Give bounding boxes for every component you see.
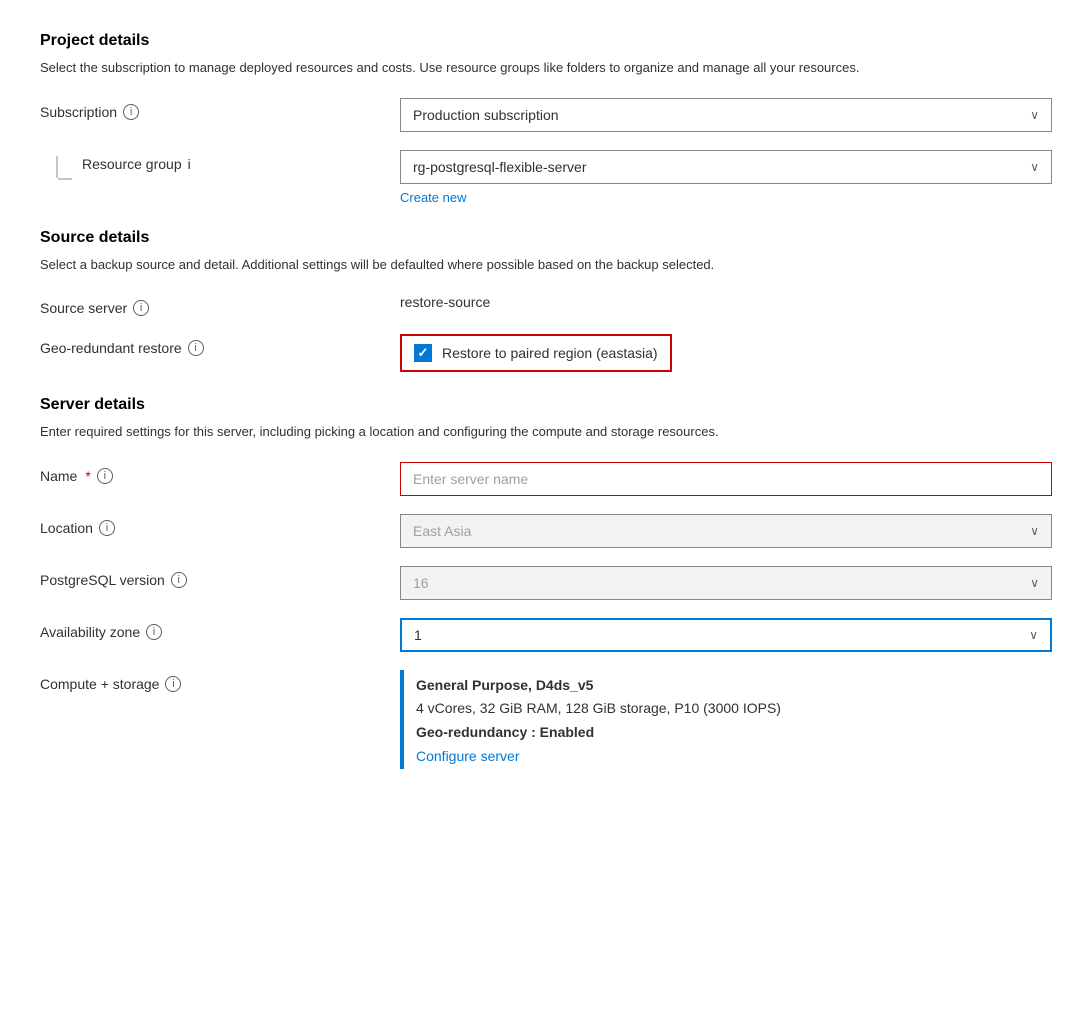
availability-zone-dropdown[interactable]: 1 ∨ xyxy=(400,618,1052,652)
source-server-control: restore-source xyxy=(400,294,1052,310)
geo-redundant-control: Restore to paired region (eastasia) xyxy=(400,334,1052,372)
server-name-label: Name xyxy=(40,468,77,484)
subscription-row: Subscription i Production subscription ∨ xyxy=(40,98,1052,132)
subscription-label-area: Subscription i xyxy=(40,98,400,120)
location-label: Location xyxy=(40,520,93,536)
postgresql-version-value: 16 xyxy=(413,575,429,591)
geo-redundant-label: Geo-redundant restore xyxy=(40,340,182,356)
resource-group-text: Resource group xyxy=(82,156,182,172)
subscription-control: Production subscription ∨ xyxy=(400,98,1052,132)
subscription-dropdown[interactable]: Production subscription ∨ xyxy=(400,98,1052,132)
compute-storage-label: Compute + storage xyxy=(40,676,159,692)
availability-zone-control: 1 ∨ xyxy=(400,618,1052,652)
postgresql-version-label-area: PostgreSQL version i xyxy=(40,566,400,588)
configure-server-link[interactable]: Configure server xyxy=(416,745,1052,769)
compute-storage-label-area: Compute + storage i xyxy=(40,670,400,692)
server-name-control xyxy=(400,462,1052,496)
availability-zone-row: Availability zone i 1 ∨ xyxy=(40,618,1052,652)
location-label-area: Location i xyxy=(40,514,400,536)
resource-group-dropdown[interactable]: rg-postgresql-flexible-server ∨ xyxy=(400,150,1052,184)
postgresql-version-row: PostgreSQL version i 16 ∨ xyxy=(40,566,1052,600)
server-name-info-icon[interactable]: i xyxy=(97,468,113,484)
subscription-chevron-icon: ∨ xyxy=(1030,108,1039,122)
geo-redundant-label-area: Geo-redundant restore i xyxy=(40,334,400,356)
postgresql-version-control: 16 ∨ xyxy=(400,566,1052,600)
location-dropdown[interactable]: East Asia ∨ xyxy=(400,514,1052,548)
location-info-icon[interactable]: i xyxy=(99,520,115,536)
availability-zone-value: 1 xyxy=(414,627,422,643)
create-new-link[interactable]: Create new xyxy=(400,190,466,205)
postgresql-version-label: PostgreSQL version xyxy=(40,572,165,588)
availability-zone-label-area: Availability zone i xyxy=(40,618,400,640)
subscription-label: Subscription xyxy=(40,104,117,120)
resource-group-label: Resource group i xyxy=(82,156,191,172)
server-name-label-area: Name * i xyxy=(40,462,400,484)
geo-redundant-checkbox-container: Restore to paired region (eastasia) xyxy=(400,334,672,372)
availability-zone-info-icon[interactable]: i xyxy=(146,624,162,640)
compute-storage-control: General Purpose, D4ds_v5 4 vCores, 32 Gi… xyxy=(400,670,1052,769)
location-value: East Asia xyxy=(413,523,471,539)
compute-storage-info-icon[interactable]: i xyxy=(165,676,181,692)
server-details-title: Server details xyxy=(40,396,1052,414)
subscription-info-icon[interactable]: i xyxy=(123,104,139,120)
resource-group-label-area: Resource group i xyxy=(40,150,400,180)
project-details-description: Select the subscription to manage deploy… xyxy=(40,58,1052,78)
compute-storage-line2: 4 vCores, 32 GiB RAM, 128 GiB storage, P… xyxy=(416,697,1052,721)
resource-group-info-icon[interactable]: i xyxy=(188,156,191,172)
postgresql-version-dropdown[interactable]: 16 ∨ xyxy=(400,566,1052,600)
geo-redundant-checkbox-label: Restore to paired region (eastasia) xyxy=(442,345,658,361)
source-server-value: restore-source xyxy=(400,288,490,310)
server-name-row: Name * i xyxy=(40,462,1052,496)
subscription-value: Production subscription xyxy=(413,107,559,123)
geo-redundant-checkbox[interactable] xyxy=(414,344,432,362)
postgresql-version-chevron-icon: ∨ xyxy=(1030,576,1039,590)
resource-group-value: rg-postgresql-flexible-server xyxy=(413,159,587,175)
resource-group-row: Resource group i rg-postgresql-flexible-… xyxy=(40,150,1052,205)
source-details-title: Source details xyxy=(40,229,1052,247)
compute-storage-line3: Geo-redundancy : Enabled xyxy=(416,721,1052,745)
location-row: Location i East Asia ∨ xyxy=(40,514,1052,548)
compute-storage-row: Compute + storage i General Purpose, D4d… xyxy=(40,670,1052,769)
postgresql-version-info-icon[interactable]: i xyxy=(171,572,187,588)
resource-group-chevron-icon: ∨ xyxy=(1030,160,1039,174)
server-name-required: * xyxy=(85,468,90,484)
availability-zone-chevron-icon: ∨ xyxy=(1029,628,1038,642)
geo-redundant-info-icon[interactable]: i xyxy=(188,340,204,356)
source-server-label: Source server xyxy=(40,300,127,316)
source-server-info-icon[interactable]: i xyxy=(133,300,149,316)
compute-storage-line1: General Purpose, D4ds_v5 xyxy=(416,674,1052,698)
server-details-description: Enter required settings for this server,… xyxy=(40,422,1052,442)
source-server-row: Source server i restore-source xyxy=(40,294,1052,316)
project-details-title: Project details xyxy=(40,32,1052,50)
availability-zone-label: Availability zone xyxy=(40,624,140,640)
source-server-label-area: Source server i xyxy=(40,294,400,316)
geo-redundant-row: Geo-redundant restore i Restore to paire… xyxy=(40,334,1052,372)
source-details-description: Select a backup source and detail. Addit… xyxy=(40,255,1052,275)
server-name-input[interactable] xyxy=(400,462,1052,496)
location-control: East Asia ∨ xyxy=(400,514,1052,548)
location-chevron-icon: ∨ xyxy=(1030,524,1039,538)
resource-group-control: rg-postgresql-flexible-server ∨ Create n… xyxy=(400,150,1052,205)
